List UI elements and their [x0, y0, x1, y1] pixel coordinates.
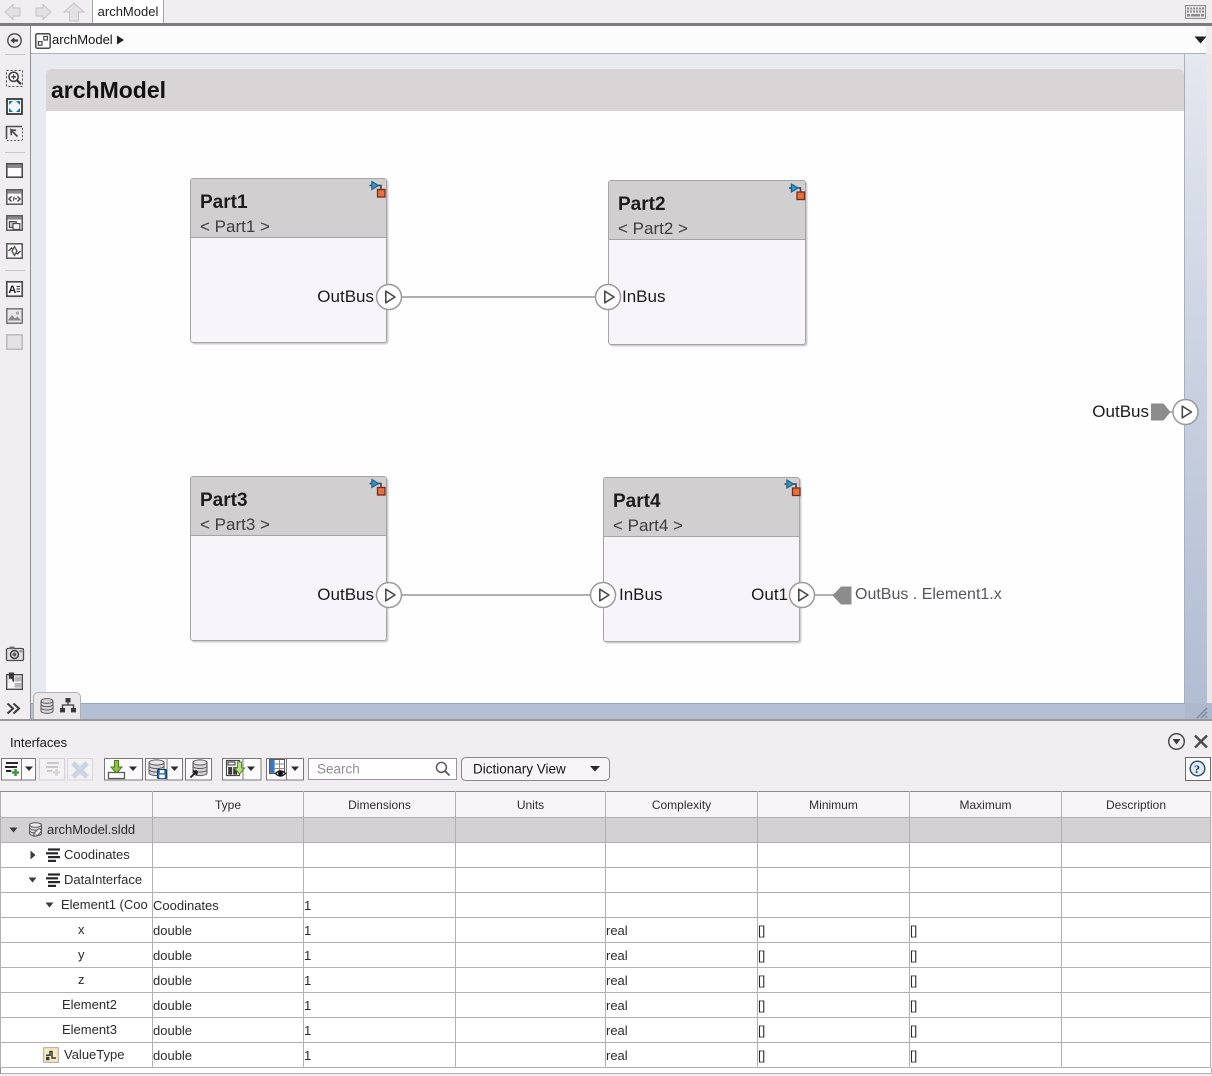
svg-text:?: ?: [1194, 762, 1200, 776]
svg-text:Search: Search: [317, 762, 360, 777]
svg-text:Dictionary View: Dictionary View: [473, 762, 566, 777]
svg-text:A: A: [8, 284, 16, 296]
